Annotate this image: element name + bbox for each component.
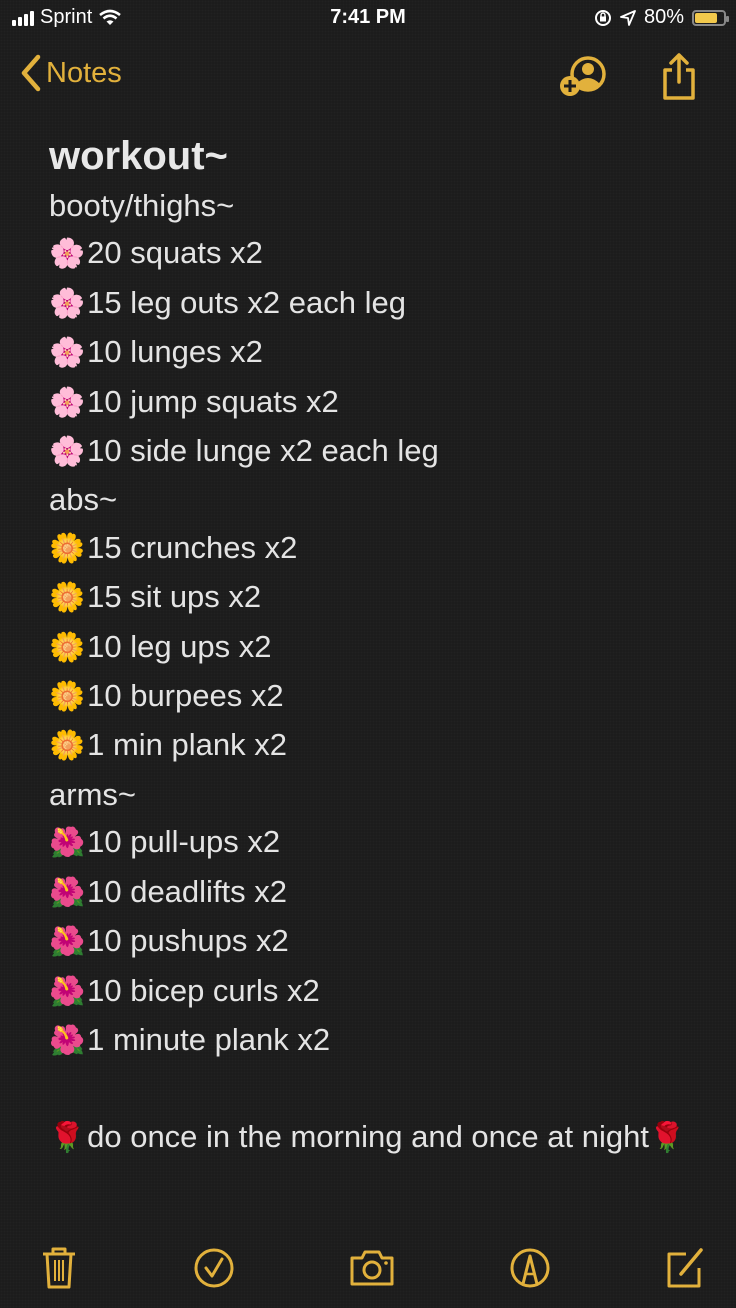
list-item: 🌼15 crunches x2 [49,529,298,565]
list-item: 🌺10 pushups x2 [49,923,289,959]
checkmark-circle-icon [194,1248,234,1288]
section-heading: arms~ [49,776,136,812]
rose-icon: 🌹 [49,1121,86,1154]
blossom-icon: 🌼 [49,730,86,763]
back-button[interactable]: Notes [20,54,122,92]
list-item: 🌺10 bicep curls x2 [49,972,320,1008]
section-heading: abs~ [49,482,118,518]
hibiscus-icon: 🌺 [49,926,86,959]
cherry-blossom-icon: 🌸 [49,238,86,271]
note-footer: 🌹do once in the morning and once at nigh… [49,1118,686,1154]
list-item: 🌸10 jump squats x2 [49,383,339,419]
section-booty-thighs: booty/thighs~ 🌸20 squats x2 🌸15 leg outs… [49,182,709,476]
hibiscus-icon: 🌺 [49,975,86,1008]
trash-icon [43,1247,75,1289]
battery-icon [692,9,729,26]
list-item: 🌼10 burpees x2 [49,678,284,714]
hibiscus-icon: 🌺 [49,1024,86,1057]
blossom-icon: 🌼 [49,631,86,664]
list-item: 🌼15 sit ups x2 [49,579,262,615]
section-arms: arms~ 🌺10 pull-ups x2 🌺10 deadlifts x2 🌺… [49,771,709,1065]
location-icon [620,9,636,26]
camera-button[interactable] [348,1246,396,1295]
battery-fill [695,12,718,23]
note-body[interactable]: workout~ booty/thighs~ 🌸20 squats x2 🌸15… [49,130,709,1162]
compose-button[interactable] [664,1246,708,1295]
list-item: 🌼1 min plank x2 [49,727,287,763]
cherry-blossom-icon: 🌸 [49,337,86,370]
share-icon [663,53,695,100]
blossom-icon: 🌼 [49,681,86,714]
list-item: 🌸10 lunges x2 [49,334,263,370]
blossom-icon: 🌼 [49,532,86,565]
add-person-icon [560,56,606,96]
cherry-blossom-icon: 🌸 [49,287,86,320]
status-right: 80% [594,6,729,29]
list-item: 🌺10 pull-ups x2 [49,824,281,860]
bottom-toolbar [0,1220,736,1308]
cherry-blossom-icon: 🌸 [49,436,86,469]
markup-pen-icon [510,1248,550,1288]
blossom-icon: 🌼 [49,582,86,615]
chevron-left-icon [21,54,41,92]
hibiscus-icon: 🌺 [49,876,86,909]
section-heading: booty/thighs~ [49,188,235,223]
list-item: 🌺1 minute plank x2 [49,1021,331,1057]
checklist-button[interactable] [192,1246,236,1295]
status-bar: Sprint 7:41 PM 80% [0,0,736,36]
delete-button[interactable] [40,1246,78,1295]
orientation-lock-icon [594,9,611,26]
section-abs: abs~ 🌼15 crunches x2 🌼15 sit ups x2 🌼10 … [49,476,709,770]
list-item: 🌸15 leg outs x2 each leg [49,284,406,320]
markup-button[interactable] [508,1246,552,1295]
camera-icon [350,1250,394,1286]
list-item: 🌸10 side lunge x2 each leg [49,433,439,469]
list-item: 🌼10 leg ups x2 [49,628,272,664]
back-label: Notes [46,56,122,89]
share-button[interactable] [660,52,698,107]
cherry-blossom-icon: 🌸 [49,386,86,419]
note-title: workout~ [49,134,228,178]
add-collaborator-button[interactable] [558,52,610,105]
rose-icon: 🌹 [648,1121,686,1154]
hibiscus-icon: 🌺 [49,827,86,860]
battery-percent: 80% [643,6,684,28]
nav-bar: Notes [0,48,736,104]
list-item: 🌸20 squats x2 [49,235,263,271]
list-item: 🌺10 deadlifts x2 [49,873,288,909]
compose-icon [667,1248,703,1288]
